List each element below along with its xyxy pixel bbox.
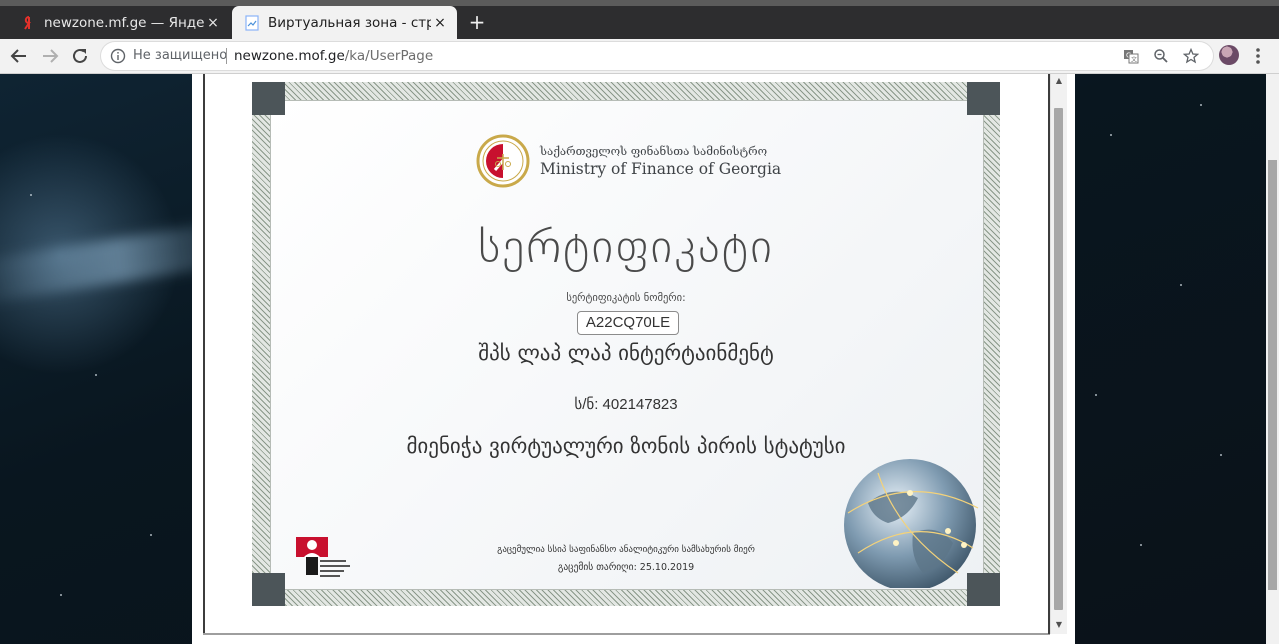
page-scrollbar[interactable] [1266,74,1279,644]
close-tab-icon[interactable]: × [204,15,222,31]
address-bar[interactable]: Не защищено newzone.mof.ge/ka/UserPage G… [101,42,1213,70]
tab-title: newzone.mf.ge — Яндекс [44,14,204,31]
svg-text:文: 文 [1131,56,1137,64]
browser-toolbar: Не защищено newzone.mof.ge/ka/UserPage G… [0,39,1279,74]
arrow-right-icon [43,49,59,63]
page-scrollbar-thumb[interactable] [1268,160,1277,590]
certificate: საქართველოს ფინანსთა სამინისტრო Ministry… [252,82,1000,606]
star [150,534,152,536]
financial-service-logo-icon [296,537,350,577]
menu-icon[interactable] [1252,45,1264,67]
corner-ornament [252,82,285,115]
ministry-name-georgian: საქართველოს ფინანსთა სამინისტრო [540,144,768,158]
ministry-emblem-icon [476,134,530,188]
url-host: newzone.mof.ge [234,48,345,64]
reload-button[interactable] [69,45,91,67]
certificate-number-label: სერტიფიკატის ნომერი: [566,292,686,304]
certificate-number: A22CQ70LE [577,311,679,335]
star [95,374,97,376]
corner-ornament [252,573,285,606]
tab-title: Виртуальная зона - страница [268,14,431,31]
reload-icon [73,48,87,63]
ministry-name-english: Ministry of Finance of Georgia [540,160,782,178]
security-status: Не защищено [133,48,228,63]
back-button[interactable] [8,45,30,67]
profile-avatar[interactable] [1219,45,1239,65]
scroll-down-icon[interactable]: ▼ [1054,620,1064,630]
new-tab-button[interactable]: + [466,10,488,34]
company-name: შპს ლაპ ლაპ ინტერტაინმენტ [478,341,774,365]
page-viewport: საქართველოს ფინანსთა სამინისტრო Ministry… [0,74,1279,644]
star [30,194,32,196]
modal-scrollbar[interactable]: ▲ ▼ [1050,74,1067,634]
info-icon[interactable] [110,48,126,64]
modal-frame-bottom [203,633,1050,635]
star [1110,134,1112,136]
scroll-up-icon[interactable]: ▲ [1054,76,1064,86]
star [1180,284,1182,286]
modal-frame-left [203,74,205,634]
star [1200,104,1202,106]
divider [226,48,227,64]
tab-virtual-zone[interactable]: Виртуальная зона - страница × [232,6,457,39]
url-text[interactable]: newzone.mof.ge/ka/UserPage [234,48,433,64]
zoom-icon[interactable] [1152,47,1170,65]
tab-yandex[interactable]: newzone.mf.ge — Яндекс × [8,6,230,39]
scrollbar-thumb[interactable] [1054,108,1063,610]
tab-strip: newzone.mf.ge — Яндекс × Виртуальная зон… [0,0,1279,39]
translate-icon[interactable]: G文 [1122,47,1140,65]
content-panel: საქართველოს ფინანსთა სამინისტრო Ministry… [192,74,1075,644]
forward-button[interactable] [39,45,61,67]
arrow-left-icon [10,49,26,63]
star [1140,544,1142,546]
yandex-icon [20,15,36,31]
url-path: /ka/UserPage [344,48,434,64]
corner-ornament [967,82,1000,115]
star [1095,394,1097,396]
certificate-title: სერტიფიკატი [478,219,774,273]
star [1220,454,1222,456]
page-icon [244,14,260,31]
globe-icon [844,459,979,588]
tax-id: ს/ნ: 402147823 [574,396,678,413]
close-tab-icon[interactable]: × [431,15,449,31]
star [60,594,62,596]
star-icon[interactable] [1182,47,1200,65]
